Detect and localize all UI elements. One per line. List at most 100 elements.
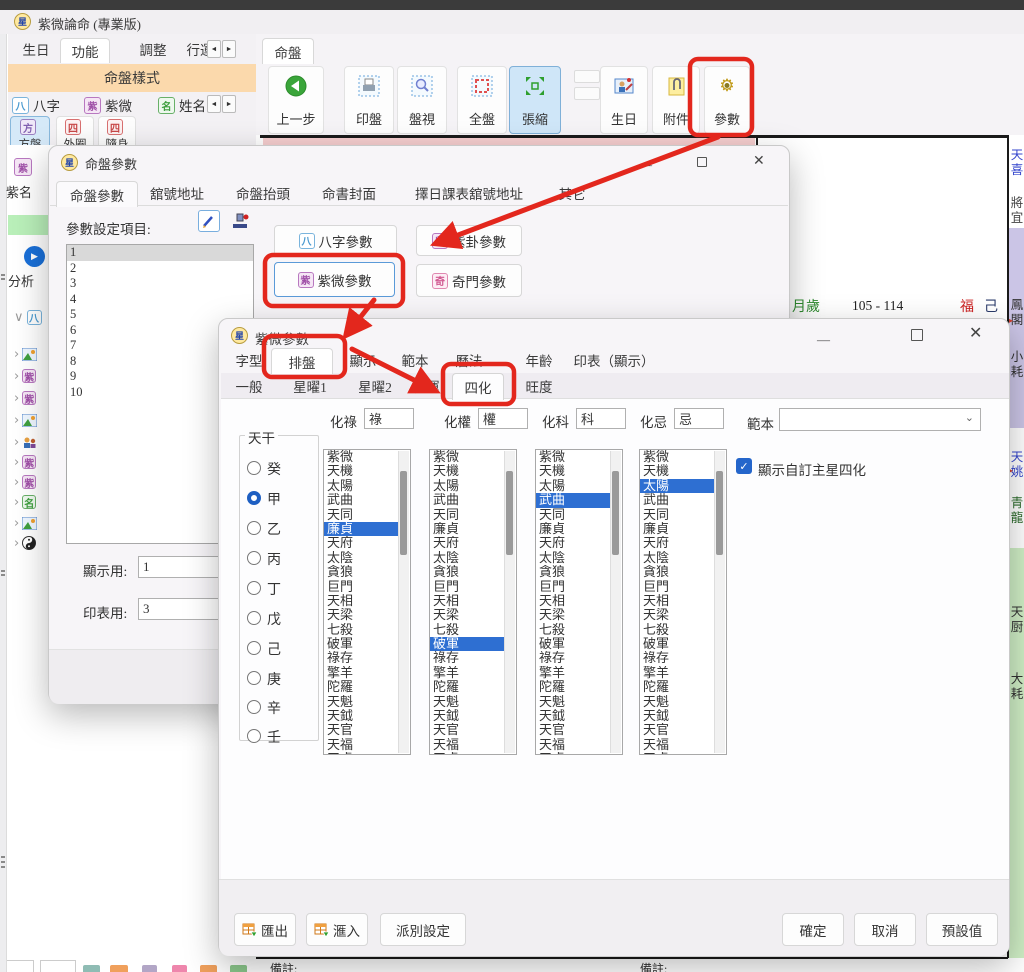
star-item[interactable]: 太陰: [430, 551, 506, 565]
scrollbar-thumb[interactable]: [612, 471, 619, 555]
list-item[interactable]: 3: [67, 276, 253, 292]
toolbar-參數[interactable]: ⚙參數: [704, 66, 750, 134]
取消-button[interactable]: 取消: [854, 913, 916, 946]
bottom-color-tab[interactable]: [110, 965, 128, 972]
star-item[interactable]: 天魁: [536, 695, 612, 709]
dialog2-tab-顯示[interactable]: 顯示: [345, 348, 381, 371]
八字參數-button[interactable]: 八八字參數: [274, 225, 397, 256]
star-item[interactable]: 擎羊: [324, 666, 400, 680]
tree-root[interactable]: ∨八: [14, 308, 48, 326]
star-item[interactable]: 太陽: [640, 479, 716, 493]
star-item[interactable]: 天官: [430, 723, 506, 737]
star-item[interactable]: 天福: [430, 738, 506, 752]
scrollbar-thumb[interactable]: [506, 471, 513, 555]
star-item[interactable]: 太陰: [640, 551, 716, 565]
star-item[interactable]: 擎羊: [536, 666, 612, 680]
紫微參數-button[interactable]: 紫紫微參數: [274, 262, 395, 297]
dialog1-tab-命盤抬頭[interactable]: 命盤抬頭: [227, 181, 299, 204]
star-item[interactable]: 貪狼: [430, 565, 506, 579]
star-item[interactable]: 天機: [536, 464, 612, 478]
tab-調整[interactable]: 調整: [130, 38, 176, 60]
style-tab-紫微[interactable]: 紫紫微: [84, 93, 150, 117]
star-item[interactable]: 天官: [536, 723, 612, 737]
紫卦參數-button[interactable]: 紫紫卦參數: [416, 225, 522, 256]
style-button-外圈[interactable]: 四外圈: [56, 116, 94, 145]
star-item[interactable]: 天機: [430, 464, 506, 478]
stamp-icon[interactable]: [229, 210, 251, 232]
dialog2-tab-範本[interactable]: 範本: [397, 348, 433, 371]
toolbar-上一步[interactable]: 上一步: [268, 66, 324, 134]
star-item[interactable]: 破軍: [640, 637, 716, 651]
滙入-button[interactable]: 滙入: [306, 913, 368, 946]
化權-input[interactable]: 權: [478, 408, 528, 429]
star-item[interactable]: 天鉞: [324, 709, 400, 723]
star-item[interactable]: 天虛: [324, 752, 400, 755]
star-item[interactable]: 祿存: [430, 651, 506, 665]
tree-item[interactable]: ›紫: [14, 453, 48, 471]
star-item[interactable]: 天相: [536, 594, 612, 608]
dialog1-maximize-button[interactable]: [697, 156, 707, 170]
analyze-icon[interactable]: ▶: [24, 246, 45, 267]
scrollbar[interactable]: [398, 451, 409, 753]
analyze-label[interactable]: 分析: [8, 271, 46, 290]
toolbar-mini-button-1[interactable]: [574, 70, 600, 83]
star-item[interactable]: 天相: [324, 594, 400, 608]
star-item[interactable]: 天機: [640, 464, 716, 478]
dialog2-tab-印表（顯示）[interactable]: 印表（顯示）: [566, 348, 662, 371]
star-item[interactable]: 七殺: [536, 623, 612, 637]
star-item[interactable]: 天府: [430, 536, 506, 550]
star-item[interactable]: 太陽: [430, 479, 506, 493]
dialog2-subtab-一般[interactable]: 一般: [231, 373, 267, 399]
star-item[interactable]: 天相: [430, 594, 506, 608]
dialog1-tab-舘號地址[interactable]: 舘號地址: [141, 181, 213, 204]
dialog2-subtab-行運[interactable]: 行運: [407, 373, 445, 399]
ziming-label[interactable]: 紫名: [6, 182, 48, 201]
star-item[interactable]: 太陽: [536, 479, 612, 493]
star-item[interactable]: 廉貞: [324, 522, 400, 536]
star-item[interactable]: 巨門: [640, 580, 716, 594]
化權-star-list[interactable]: 紫微天機太陽武曲天同廉貞天府太陰貪狼巨門天相天梁七殺破軍祿存擎羊陀羅天魁天鉞天官…: [429, 449, 517, 755]
確定-button[interactable]: 確定: [782, 913, 844, 946]
star-item[interactable]: 紫微: [640, 450, 716, 464]
bottom-color-tab[interactable]: [230, 965, 247, 972]
star-item[interactable]: 天虛: [430, 752, 506, 755]
scrollbar[interactable]: [504, 451, 515, 753]
style-button-隨身[interactable]: 四隨身: [98, 116, 136, 145]
dialog1-tab-擇日課表舘號地址[interactable]: 擇日課表舘號地址: [399, 181, 539, 204]
star-item[interactable]: 天福: [640, 738, 716, 752]
star-item[interactable]: 擎羊: [430, 666, 506, 680]
stem-radio-己[interactable]: [247, 641, 261, 655]
left-edge-strip[interactable]: [0, 34, 7, 972]
stem-radio-戊[interactable]: [247, 611, 261, 625]
派別設定-button[interactable]: 派別設定: [380, 913, 466, 946]
化科-star-list[interactable]: 紫微天機太陽武曲天同廉貞天府太陰貪狼巨門天相天梁七殺破軍祿存擎羊陀羅天魁天鉞天官…: [535, 449, 623, 755]
dialog2-subtab-四化[interactable]: 四化: [452, 373, 504, 400]
dialog2-subtab-旺度[interactable]: 旺度: [521, 373, 557, 399]
list-item[interactable]: 1: [67, 245, 253, 261]
star-item[interactable]: 天鉞: [536, 709, 612, 723]
匯出-button[interactable]: 匯出: [234, 913, 296, 946]
star-item[interactable]: 天機: [324, 464, 400, 478]
scrollbar-thumb[interactable]: [716, 471, 723, 555]
star-item[interactable]: 天鉞: [430, 709, 506, 723]
stem-radio-乙[interactable]: [247, 521, 261, 535]
edit-icon[interactable]: [198, 210, 220, 232]
dialog1-tab-命書封面[interactable]: 命書封面: [313, 181, 385, 204]
toolbar-生日[interactable]: 生日: [600, 66, 648, 134]
dialog2-subtab-星曜2[interactable]: 星曜2: [352, 373, 398, 399]
stem-radio-癸[interactable]: [247, 461, 261, 475]
star-item[interactable]: 天魁: [324, 695, 400, 709]
star-item[interactable]: 紫微: [324, 450, 400, 464]
stem-radio-辛[interactable]: [247, 700, 261, 714]
star-item[interactable]: 武曲: [324, 493, 400, 507]
tab-生日[interactable]: 生日: [14, 38, 58, 60]
dialog2-tab-排盤[interactable]: 排盤: [271, 348, 333, 374]
tree-item[interactable]: ›紫: [14, 367, 48, 385]
tree-item[interactable]: ›: [14, 433, 48, 451]
star-item[interactable]: 天梁: [430, 608, 506, 622]
dialog2-subtab-星曜1[interactable]: 星曜1: [287, 373, 333, 399]
list-item[interactable]: 4: [67, 292, 253, 308]
tree-item[interactable]: ›: [14, 514, 48, 532]
tab-功能[interactable]: 功能: [60, 38, 110, 63]
化祿-star-list[interactable]: 紫微天機太陽武曲天同廉貞天府太陰貪狼巨門天相天梁七殺破軍祿存擎羊陀羅天魁天鉞天官…: [323, 449, 411, 755]
